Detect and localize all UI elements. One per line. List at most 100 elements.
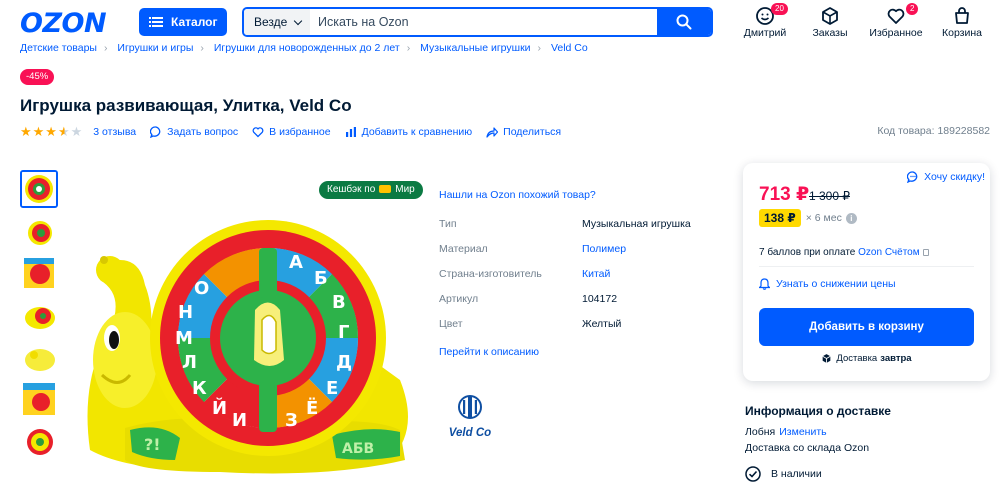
ozon-logo[interactable]: OZON (20, 8, 107, 39)
search-icon (676, 14, 692, 30)
thumbnail[interactable] (20, 212, 58, 250)
header-favorites[interactable]: 2 Избранное (866, 3, 926, 40)
catalog-label: Каталог (171, 15, 218, 29)
want-discount-link[interactable]: Хочу скидку! (907, 171, 985, 183)
wheel-letter: Д (336, 352, 352, 373)
orders-label: Заказы (812, 27, 848, 39)
compare-link[interactable]: Добавить к сравнению (345, 126, 472, 138)
info-icon[interactable]: i (845, 212, 857, 224)
bell-icon (759, 278, 770, 290)
breadcrumb-item[interactable]: Музыкальные игрушки (420, 42, 530, 54)
breadcrumb: Детские товары › Игрушки и игры › Игрушки … (20, 42, 588, 54)
share-link[interactable]: Поделиться (486, 126, 561, 138)
wheel-letter: Б (314, 268, 328, 289)
old-price: 1 300 ₽ (809, 189, 850, 203)
wheel-letter: О (194, 278, 209, 299)
header-user[interactable]: 20 Дмитрий (735, 3, 795, 40)
divider (759, 266, 974, 267)
chat-icon (150, 126, 161, 138)
current-price: 713 ₽ (759, 184, 810, 205)
spec-row: Цвет Желтый (439, 318, 622, 330)
catalog-button[interactable]: Каталог (139, 8, 227, 36)
wheel-letter: А (289, 252, 303, 273)
share-icon (486, 127, 499, 138)
breadcrumb-item[interactable]: Игрушки и игры (117, 42, 193, 54)
header-cart[interactable]: Корзина (932, 6, 992, 40)
stock-status: В наличии (745, 466, 822, 482)
wheel-letter: М (175, 328, 193, 349)
wheel-letter: Л (182, 352, 197, 373)
product-main-image[interactable]: ?! АБВ А Б В Г Д Е Ё Ж З И Й К Л М Н О (70, 160, 430, 484)
thumbnail-gallery (20, 170, 60, 464)
wheel-letter: К (192, 378, 207, 399)
ozon-account-link[interactable]: Ozon Счётом (858, 247, 919, 258)
installment-price: 138 ₽ (759, 209, 801, 227)
compare-icon (345, 127, 356, 137)
cart-bag-icon (955, 7, 969, 24)
heart-icon (887, 8, 905, 24)
discount-badge: -45% (20, 69, 55, 85)
rating-stars[interactable]: ★★★★★ (20, 124, 83, 140)
wheel-letter: Й (212, 397, 227, 419)
add-to-cart-button[interactable]: Добавить в корзину (759, 308, 974, 346)
thumbnail[interactable] (20, 296, 58, 334)
wheel-letter: Н (178, 302, 193, 323)
breadcrumb-item[interactable]: Veld Co (551, 42, 588, 54)
chat-icon (907, 171, 918, 183)
price-box: Хочу скидку! 713 ₽ 1 300 ₽ 138 ₽ × 6 мес… (743, 163, 990, 381)
breadcrumb-item[interactable]: Детские товары (20, 42, 97, 54)
card-icon (379, 185, 392, 193)
thumbnail[interactable] (20, 380, 58, 418)
chevron-down-icon (294, 16, 303, 25)
thumbnail[interactable] (20, 170, 58, 208)
delivery-title: Информация о доставке (745, 404, 891, 418)
search-scope-label: Везде (254, 15, 288, 29)
delivery-tomorrow: Доставка завтра (743, 353, 990, 364)
thumbnail[interactable] (20, 338, 58, 376)
wheel-letter: Ё (306, 397, 318, 419)
search-bar: Везде (242, 7, 713, 37)
search-scope-select[interactable]: Везде (244, 9, 310, 35)
base-letters: АБВ (342, 441, 374, 457)
wheel-letter: З (285, 410, 298, 431)
spec-row: Материал Полимер (439, 243, 627, 255)
favorites-badge: 2 (906, 3, 919, 15)
heart-icon (252, 127, 264, 138)
wheel-letter: Е (326, 378, 338, 399)
thumbnail[interactable] (20, 422, 58, 460)
user-label: Дмитрий (743, 27, 787, 39)
breadcrumb-item[interactable]: Игрушки для новорожденных до 2 лет (214, 42, 400, 54)
specs-list: Тип Музыкальная игрушка Материал Полимер С… (439, 218, 719, 343)
reviews-link[interactable]: 3 отзыва (93, 126, 136, 138)
brand-logo[interactable]: Veld Co (440, 394, 500, 440)
cart-label: Корзина (942, 27, 982, 39)
installment[interactable]: 138 ₽ × 6 мес i (759, 209, 857, 227)
wheel-letter: Г (338, 322, 349, 343)
search-input[interactable] (310, 9, 660, 35)
ask-question-link[interactable]: Задать вопрос (150, 126, 238, 138)
user-badge: 20 (771, 3, 788, 15)
header-orders[interactable]: Заказы (800, 6, 860, 40)
check-circle-icon (745, 466, 761, 482)
goto-description-link[interactable]: Перейти к описанию (439, 346, 539, 358)
product-code: Код товара: 189228582 (877, 125, 990, 137)
spec-row: Тип Музыкальная игрушка (439, 218, 691, 230)
search-button[interactable] (657, 9, 711, 35)
menu-icon (149, 17, 163, 27)
lock-icon (922, 249, 929, 256)
box-icon (822, 7, 838, 25)
spec-row: Артикул 104172 (439, 293, 618, 305)
change-city-link[interactable]: Изменить (779, 426, 826, 438)
similar-product-link[interactable]: Нашли на Ozon похожий товар? (439, 189, 596, 201)
spec-row: Страна-изготовитель Китай (439, 268, 611, 280)
cashback-badge[interactable]: Кешбэк по Мир (319, 181, 423, 199)
box-icon (822, 354, 831, 363)
wheel-letter: И (232, 410, 247, 431)
add-favorite-link[interactable]: В избранное (252, 126, 331, 138)
delivery-warehouse: Доставка со склада Ozon (745, 442, 870, 454)
thumbnail[interactable] (20, 254, 58, 292)
product-actions: ★★★★★ 3 отзыва Задать вопрос В избранное… (20, 124, 575, 140)
header: OZON Каталог Везде 20 Дмитрий Заказы 2 И… (0, 0, 1000, 44)
price-drop-notify-link[interactable]: Узнать о снижении цены (759, 278, 896, 290)
wheel-letter: В (332, 292, 346, 313)
